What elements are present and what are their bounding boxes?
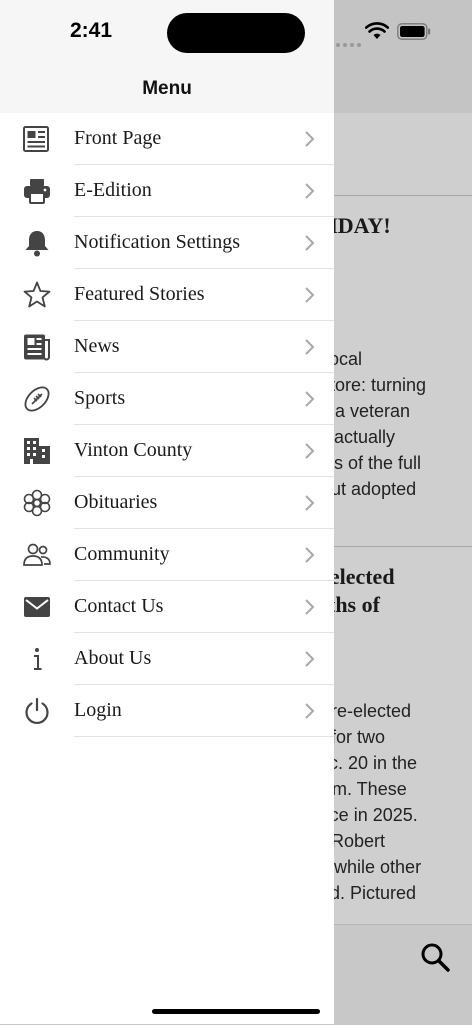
power-icon: [25, 697, 49, 724]
menu-item-featured-stories[interactable]: Featured Stories: [0, 269, 334, 321]
menu-item-label: Login: [74, 699, 122, 721]
chevron-right-icon: [305, 495, 315, 511]
chevron-right-icon: [305, 287, 315, 303]
menu-list: Front Page E-Edition Notification Settin…: [0, 113, 334, 737]
menu-item-notification-settings[interactable]: Notification Settings: [0, 217, 334, 269]
cellular-signal-icon: [336, 34, 364, 52]
menu-item-label: Notification Settings: [74, 231, 241, 253]
menu-item-obituaries[interactable]: Obituaries: [0, 477, 334, 529]
chevron-right-icon: [305, 547, 315, 563]
status-time: 2:41: [70, 19, 113, 42]
menu-item-label: Sports: [74, 387, 126, 409]
menu-item-label: Contact Us: [74, 595, 164, 617]
home-indicator[interactable]: [152, 1009, 320, 1014]
battery-icon: [397, 23, 431, 40]
chevron-right-icon: [305, 599, 315, 615]
separator: [74, 736, 334, 737]
chevron-right-icon: [305, 651, 315, 667]
divider: [334, 195, 472, 196]
bell-icon: [25, 231, 49, 257]
envelope-icon: [24, 597, 50, 617]
dynamic-island: [167, 13, 305, 53]
menu-item-about-us[interactable]: About Us: [0, 633, 334, 685]
menu-item-news[interactable]: News: [0, 321, 334, 373]
menu-item-label: About Us: [74, 647, 152, 669]
printer-icon: [24, 179, 50, 204]
menu-item-label: Featured Stories: [74, 283, 205, 305]
football-icon: [24, 386, 50, 412]
newspaper-icon: [23, 126, 49, 152]
menu-item-label: Vinton County: [74, 439, 193, 461]
menu-item-community[interactable]: Community: [0, 529, 334, 581]
search-icon[interactable]: [420, 942, 450, 972]
star-icon: [23, 281, 51, 308]
info-icon: [34, 648, 42, 670]
menu-item-label: Obituaries: [74, 491, 158, 513]
menu-item-front-page[interactable]: Front Page: [0, 113, 334, 165]
menu-item-contact-us[interactable]: Contact Us: [0, 581, 334, 633]
menu-item-sports[interactable]: Sports: [0, 373, 334, 425]
divider: [334, 546, 472, 547]
people-icon: [23, 543, 51, 566]
building-icon: [24, 438, 50, 464]
news-icon: [24, 334, 50, 361]
chevron-right-icon: [305, 443, 315, 459]
side-drawer: Menu Front Page E-Edition Notification S…: [0, 0, 334, 1024]
flower-icon: [23, 489, 51, 517]
wifi-icon: [365, 22, 389, 39]
menu-item-login[interactable]: Login: [0, 685, 334, 737]
chevron-right-icon: [305, 131, 315, 147]
chevron-right-icon: [305, 391, 315, 407]
menu-item-vinton-county[interactable]: Vinton County: [0, 425, 334, 477]
menu-title: Menu: [142, 78, 192, 99]
menu-item-label: Community: [74, 543, 170, 565]
menu-item-label: Front Page: [74, 127, 162, 149]
menu-item-label: E-Edition: [74, 179, 152, 201]
chevron-right-icon: [305, 703, 315, 719]
menu-item-e-edition[interactable]: E-Edition: [0, 165, 334, 217]
chevron-right-icon: [305, 235, 315, 251]
chevron-right-icon: [305, 183, 315, 199]
menu-item-label: News: [74, 335, 120, 357]
chevron-right-icon: [305, 339, 315, 355]
status-bar: 2:41: [0, 0, 472, 60]
